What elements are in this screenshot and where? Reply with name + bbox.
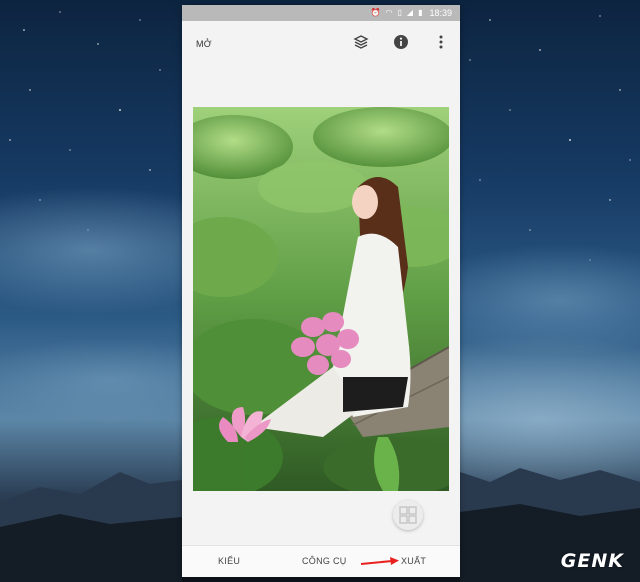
- status-bar: ⏰ ◠ ▯ ◢ ▮ 18:39: [182, 5, 460, 21]
- grid-icon: [399, 506, 417, 524]
- tab-styles[interactable]: KIỂU: [218, 556, 240, 566]
- watermark-logo: GENK: [561, 550, 624, 572]
- wifi-icon: ◠: [385, 8, 393, 17]
- layers-icon[interactable]: [350, 31, 372, 53]
- bottom-navigation: KIỂU CÔNG CỤ XUẤT: [182, 545, 460, 577]
- signal-icon: ◢: [406, 8, 414, 17]
- looks-fab[interactable]: [393, 500, 423, 530]
- annotation-arrow: [360, 557, 399, 565]
- data-icon: ▯: [397, 8, 402, 17]
- tab-export[interactable]: XUẤT: [401, 556, 426, 566]
- watermark-text: GENK: [560, 550, 624, 572]
- status-time: 18:39: [429, 8, 452, 18]
- tab-tools[interactable]: CÔNG CỤ: [302, 556, 347, 566]
- app-toolbar: MỞ: [182, 21, 460, 67]
- battery-icon: ▮: [418, 8, 423, 17]
- info-icon[interactable]: [390, 31, 412, 53]
- phone-screen: ⏰ ◠ ▯ ◢ ▮ 18:39 MỞ KIỂU CÔNG CỤ XUẤT: [182, 5, 460, 577]
- edited-photo[interactable]: [193, 107, 449, 491]
- open-button[interactable]: MỞ: [196, 39, 212, 49]
- alarm-icon: ⏰: [370, 8, 381, 17]
- more-vert-icon[interactable]: [430, 31, 452, 53]
